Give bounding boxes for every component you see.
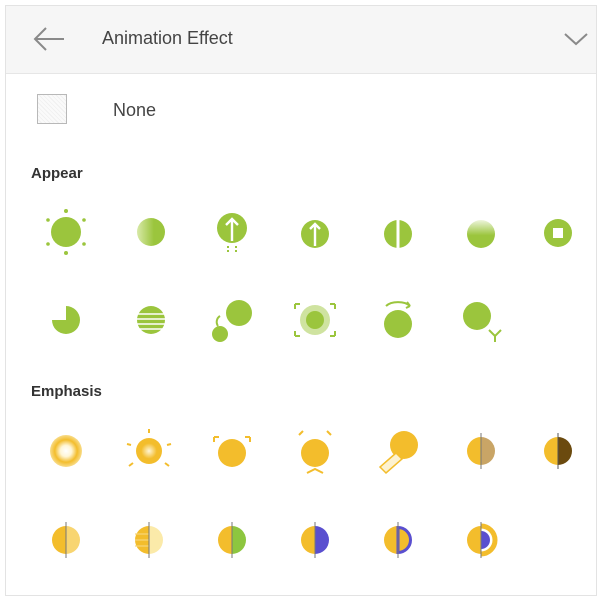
none-label: None xyxy=(113,100,157,120)
appear-split-icon xyxy=(384,218,412,250)
appear-rise-arrow-icon xyxy=(217,213,247,254)
panel-title: Animation Effect xyxy=(102,28,233,48)
appear-fly-in-icon xyxy=(301,220,329,248)
appear-blinds-effect[interactable] xyxy=(123,294,175,346)
emphasis-half-blue-icon xyxy=(467,522,498,558)
emphasis-spotlight-effect[interactable] xyxy=(372,425,424,477)
none-option[interactable]: None xyxy=(6,76,596,144)
emphasis-transparency-effect[interactable] xyxy=(40,514,92,566)
appear-wheel-icon xyxy=(52,306,80,334)
collapse-button[interactable] xyxy=(562,28,590,50)
chevron-down-icon xyxy=(564,33,588,46)
emphasis-color-blue-effect[interactable] xyxy=(289,514,341,566)
appear-burst-icon xyxy=(46,209,86,255)
emphasis-pulse-effect[interactable] xyxy=(40,425,92,477)
appear-zoom-effect[interactable] xyxy=(289,294,341,346)
emphasis-outline-blue-effect[interactable] xyxy=(372,514,424,566)
appear-fly-in-effect[interactable] xyxy=(289,206,341,258)
appear-wheel-effect[interactable] xyxy=(40,294,92,346)
emphasis-teeter-effect[interactable] xyxy=(289,425,341,477)
emphasis-lighten-icon xyxy=(135,522,163,558)
emphasis-flash-effect[interactable] xyxy=(123,425,175,477)
emphasis-color-blue-icon xyxy=(301,522,329,558)
appear-fade-effect[interactable] xyxy=(455,206,507,258)
emphasis-color-green-icon xyxy=(218,522,246,558)
emphasis-teeter-icon xyxy=(298,430,332,474)
appear-swivel-effect[interactable] xyxy=(455,294,507,346)
emphasis-grow-icon xyxy=(213,436,251,467)
emphasis-transparency-icon xyxy=(52,522,80,558)
emphasis-color-green-effect[interactable] xyxy=(206,514,258,566)
back-button[interactable] xyxy=(32,26,66,52)
appear-swivel-icon xyxy=(463,302,502,342)
panel-header: Animation Effect xyxy=(6,6,596,74)
appear-bounce-icon xyxy=(212,300,252,342)
appear-box-icon xyxy=(544,219,572,247)
emphasis-half-blue-effect[interactable] xyxy=(455,514,507,566)
emphasis-pulse-icon xyxy=(50,435,82,467)
appear-rise-arrow-effect[interactable] xyxy=(206,206,258,258)
appear-spin-effect[interactable] xyxy=(372,294,424,346)
appear-blinds-icon xyxy=(135,306,167,334)
emphasis-darken-icon xyxy=(467,433,495,469)
appear-burst-effect[interactable] xyxy=(40,206,92,258)
emphasis-lighten-effect[interactable] xyxy=(123,514,175,566)
appear-wipe-effect[interactable] xyxy=(123,206,175,258)
emphasis-desaturate-effect[interactable] xyxy=(532,425,584,477)
emphasis-desaturate-icon xyxy=(544,433,572,469)
appear-spin-icon xyxy=(384,301,412,338)
appear-zoom-icon xyxy=(294,303,336,337)
section-appear-title: Appear xyxy=(31,165,83,182)
appear-bounce-effect[interactable] xyxy=(206,294,258,346)
emphasis-grow-effect[interactable] xyxy=(206,425,258,477)
arrow-left-icon xyxy=(33,27,64,51)
none-checkbox[interactable] xyxy=(37,94,67,124)
appear-split-effect[interactable] xyxy=(372,206,424,258)
emphasis-outline-blue-icon xyxy=(384,522,412,558)
appear-box-effect[interactable] xyxy=(532,206,584,258)
section-emphasis-title: Emphasis xyxy=(31,383,102,400)
appear-fade-icon xyxy=(467,220,495,248)
animation-effect-panel: Animation Effect None Appear Emphasis xyxy=(5,5,597,596)
emphasis-darken-effect[interactable] xyxy=(455,425,507,477)
emphasis-spotlight-icon xyxy=(378,431,418,475)
appear-wipe-icon xyxy=(137,218,165,246)
emphasis-flash-icon xyxy=(126,429,172,467)
